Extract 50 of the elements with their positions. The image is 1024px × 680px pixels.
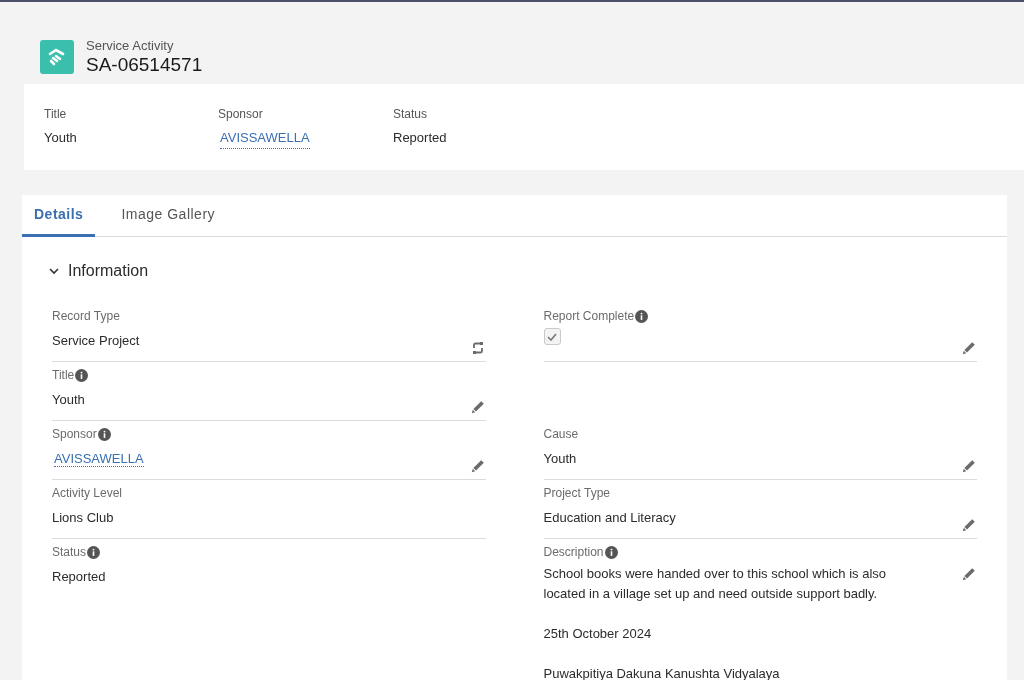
field-label: Status	[52, 544, 87, 561]
edit-button[interactable]	[961, 458, 977, 474]
field-label: Report Complete	[543, 308, 635, 325]
info-icon[interactable]	[75, 368, 89, 382]
tab[interactable]: Details	[22, 195, 96, 237]
info-icon[interactable]	[604, 545, 618, 559]
description-paragraph: School books were handed over to this school which is also located in a village set up and need outside support badly.	[543, 565, 888, 603]
info-icon[interactable]	[97, 427, 111, 441]
section-header[interactable]: Information	[48, 259, 149, 283]
chevron-icon	[48, 265, 60, 277]
pencil-icon	[470, 400, 485, 414]
description-paragraph: Puwakpitiya Dakuna Kanushta Vidyalaya	[543, 665, 781, 680]
info-icon[interactable]	[87, 545, 101, 559]
edit-button[interactable]	[961, 517, 977, 533]
field-value: Education and Literacy	[543, 510, 676, 525]
swap-arrows-icon	[470, 341, 485, 355]
pencil-icon	[470, 459, 485, 473]
pencil-icon	[962, 341, 976, 355]
highlight-value: Reported	[393, 129, 448, 147]
field-label: Project Type	[543, 485, 610, 502]
info-icon[interactable]	[635, 309, 649, 323]
sponsor-link[interactable]: AVISSAWELLA	[220, 128, 310, 149]
field-label: Title	[52, 367, 75, 384]
field-value: Reported	[52, 569, 106, 584]
field-label: Sponsor	[52, 426, 97, 443]
field-value: Youth	[543, 451, 577, 466]
edit-button[interactable]	[961, 340, 977, 356]
field-value: Service Project	[52, 333, 140, 348]
field-label: Cause	[543, 426, 579, 443]
highlight-label: Title	[44, 106, 68, 122]
highlight-label: Sponsor	[218, 106, 264, 122]
tab[interactable]: Image Gallery	[109, 195, 228, 237]
checkmark-icon	[547, 332, 557, 341]
pencil-icon	[962, 459, 976, 473]
record-name: SA-06514571	[86, 53, 203, 77]
field-value: Youth	[52, 392, 85, 407]
highlight-value: Youth	[44, 129, 78, 147]
description-paragraph: 25th October 2024	[543, 625, 653, 643]
field-value: Lions Club	[52, 510, 114, 525]
highlight-label: Status	[393, 106, 429, 122]
pencil-icon	[962, 567, 976, 581]
edit-button[interactable]	[469, 458, 486, 474]
edit-button[interactable]	[469, 399, 486, 415]
field-label: Record Type	[52, 308, 120, 325]
field-label: Description	[543, 544, 604, 561]
field-label: Activity Level	[52, 485, 123, 502]
pencil-icon	[962, 518, 976, 532]
sponsor-link[interactable]: AVISSAWELLA	[54, 451, 144, 467]
object-label: Service Activity	[86, 37, 175, 53]
edit-button[interactable]	[961, 566, 977, 582]
